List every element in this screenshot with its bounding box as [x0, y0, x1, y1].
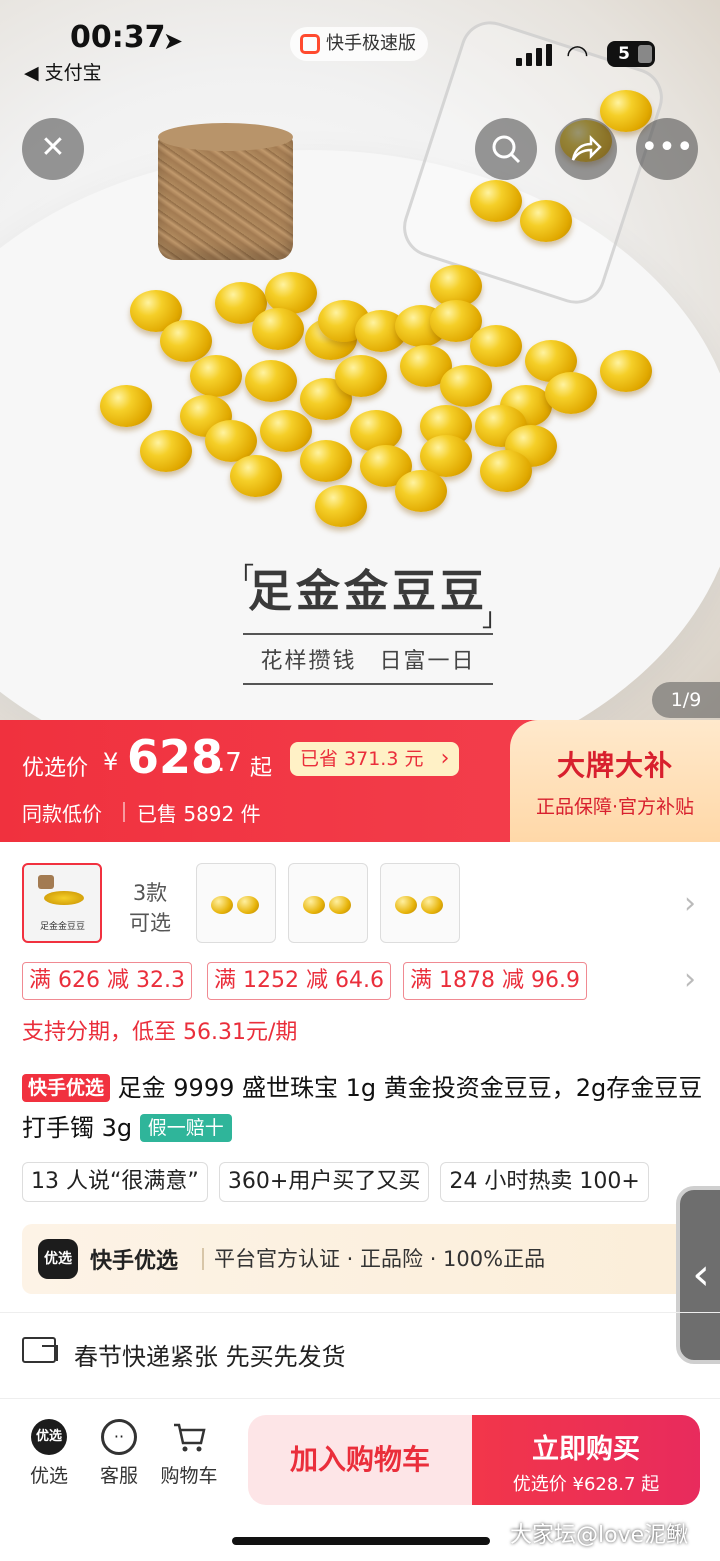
chevron-right-icon[interactable]: › — [684, 962, 696, 997]
close-icon[interactable]: ✕ — [22, 118, 84, 180]
saved-amount-badge[interactable]: 已省 371.3 元 › — [290, 742, 460, 776]
side-drawer-handle[interactable]: ‹ — [676, 1186, 720, 1364]
gold-bean — [600, 350, 652, 392]
buy-now-price: 优选价 ¥628.7 起 — [512, 1474, 660, 1495]
review-chip[interactable]: 13 人说“很满意” — [22, 1162, 208, 1202]
brand-subsidy-box[interactable]: 大牌大补 正品保障·官方补贴 — [510, 720, 720, 842]
installment-info[interactable]: 支持分期，低至 56.31元/期 — [22, 1014, 297, 1046]
variant-thumb-selected[interactable]: 足金金豆豆 — [22, 863, 102, 943]
chevron-right-icon: › — [440, 746, 450, 771]
delivery-text: 春节快递紧张 先买先发货 — [74, 1343, 346, 1371]
back-to-app-link[interactable]: ◀ 支付宝 — [24, 58, 102, 85]
gold-bean — [440, 365, 492, 407]
gold-bean — [190, 355, 242, 397]
nav-service[interactable]: ·· 客服 — [84, 1419, 154, 1488]
battery-icon: 5 — [607, 41, 655, 67]
youxuan-icon: 优选 — [31, 1419, 67, 1455]
price-label: 优选价 — [22, 756, 89, 781]
wifi-icon: ◠ — [566, 40, 589, 70]
add-to-cart-button[interactable]: 加入购物车 — [248, 1415, 472, 1505]
nav-cart[interactable]: 购物车 — [154, 1419, 224, 1488]
status-bar: 00:37 ➤ ◀ 支付宝 快手极速版 ◠ 5 — [0, 0, 720, 90]
nav-label: 优选 — [29, 1465, 68, 1487]
gold-bean — [520, 200, 572, 242]
gold-bean — [300, 440, 352, 482]
price-bar: 优选价 ¥ 628 .7 起 已省 371.3 元 › 同款低价 已售 5892… — [0, 720, 720, 842]
gold-bean — [600, 90, 652, 132]
kuaishou-select-banner[interactable]: 优选 快手优选 平台官方认证 · 正品险 · 100%正品 › — [22, 1224, 698, 1294]
gold-bean — [245, 360, 297, 402]
price-integer: 628 — [127, 730, 224, 784]
signal-icon — [516, 44, 554, 66]
price-decimal: .7 — [217, 748, 242, 778]
gold-bean — [470, 325, 522, 367]
gold-bean — [260, 410, 312, 452]
home-indicator[interactable] — [232, 1537, 490, 1545]
price-suffix: 起 — [250, 756, 273, 781]
brand-subsidy-title: 大牌大补 — [556, 749, 673, 782]
guarantee-tag: 假一赔十 — [139, 1114, 232, 1142]
buy-now-label: 立即购买 — [532, 1434, 640, 1465]
location-arrow-icon: ➤ — [163, 27, 184, 55]
saved-text: 已省 371.3 元 — [300, 748, 424, 770]
currency-symbol: ¥ — [103, 748, 119, 776]
chevron-right-icon[interactable]: › — [684, 886, 696, 921]
product-hero-image[interactable]: 「 足金金豆豆 」 花样攒钱 日富一日 1/9 — [0, 0, 720, 720]
low-price-text: 同款低价 — [22, 802, 102, 826]
more-icon[interactable]: ••• — [636, 118, 698, 180]
gold-bean — [335, 355, 387, 397]
review-chips: 13 人说“很满意” 360+用户买了又买 24 小时热卖 100+ — [22, 1162, 720, 1202]
service-icon: ·· — [101, 1419, 137, 1455]
buy-now-button[interactable]: 立即购买 优选价 ¥628.7 起 — [472, 1415, 700, 1505]
watermark: 大家坛@love泥鳅 — [510, 1523, 689, 1548]
hero-slogan: 「 足金金豆豆 」 花样攒钱 日富一日 — [228, 555, 508, 685]
gold-bean — [395, 470, 447, 512]
variant-selector[interactable]: 足金金豆豆 3款 可选 › — [0, 858, 720, 950]
nav-youxuan[interactable]: 优选 优选 — [14, 1419, 84, 1488]
banner-name: 快手优选 — [90, 1249, 179, 1274]
gold-bean — [230, 455, 282, 497]
gold-bean — [545, 372, 597, 414]
gold-bean — [100, 385, 152, 427]
nav-label: 客服 — [99, 1465, 138, 1487]
product-title: 足金 9999 盛世珠宝 1g 黄金投资金豆豆，2g存金豆豆打手镯 3g — [22, 1074, 703, 1142]
coupon-tag[interactable]: 满 1878 减 96.9 — [403, 962, 587, 1000]
gold-bean — [140, 430, 192, 472]
hero-subtitle: 花样攒钱 日富一日 — [260, 649, 476, 674]
coupon-tag[interactable]: 满 626 减 32.3 — [22, 962, 192, 1000]
kuaishou-icon — [300, 34, 320, 54]
hero-title: 足金金豆豆 — [248, 566, 488, 617]
status-time: 00:37 — [70, 20, 166, 55]
search-icon[interactable] — [475, 118, 537, 180]
app-name: 快手极速版 — [326, 33, 416, 54]
brand-subsidy-subtitle: 正品保障·官方补贴 — [535, 796, 695, 818]
variant-thumb[interactable] — [288, 863, 368, 943]
coupon-tag[interactable]: 满 1252 减 64.6 — [207, 962, 391, 1000]
price-section: 优选价 ¥ 628 .7 起 已省 371.3 元 › 同款低价 已售 5892… — [0, 720, 530, 842]
nav-label: 购物车 — [160, 1465, 218, 1487]
review-chip[interactable]: 360+用户买了又买 — [218, 1162, 430, 1202]
review-chip[interactable]: 24 小时热卖 100+ — [440, 1162, 649, 1202]
truck-icon — [22, 1337, 58, 1363]
gold-bean — [470, 180, 522, 222]
app-name-pill: 快手极速版 — [290, 27, 428, 61]
variant-thumb-caption: 足金金豆豆 — [40, 922, 86, 932]
sold-count: 已售 5892 件 — [137, 802, 261, 826]
kuaishou-select-tag: 快手优选 — [22, 1074, 111, 1102]
cork-stopper — [158, 123, 293, 260]
share-icon[interactable] — [555, 118, 617, 180]
image-pager: 1/9 — [652, 682, 720, 718]
youxuan-logo-icon: 优选 — [38, 1239, 78, 1279]
variant-count: 3款 可选 — [129, 881, 171, 935]
gold-bean — [480, 450, 532, 492]
coupon-row[interactable]: 满 626 减 32.3 满 1252 减 64.6 满 1878 减 96.9… — [0, 962, 720, 1002]
product-title-block: 快手优选 足金 9999 盛世珠宝 1g 黄金投资金豆豆，2g存金豆豆打手镯 3… — [22, 1068, 712, 1148]
cart-icon — [171, 1419, 207, 1455]
gold-bean — [160, 320, 212, 362]
gold-bean — [252, 308, 304, 350]
variant-thumb[interactable] — [380, 863, 460, 943]
banner-desc: 平台官方认证 · 正品险 · 100%正品 — [214, 1247, 546, 1271]
gold-bean — [315, 485, 367, 527]
variant-thumb[interactable] — [196, 863, 276, 943]
